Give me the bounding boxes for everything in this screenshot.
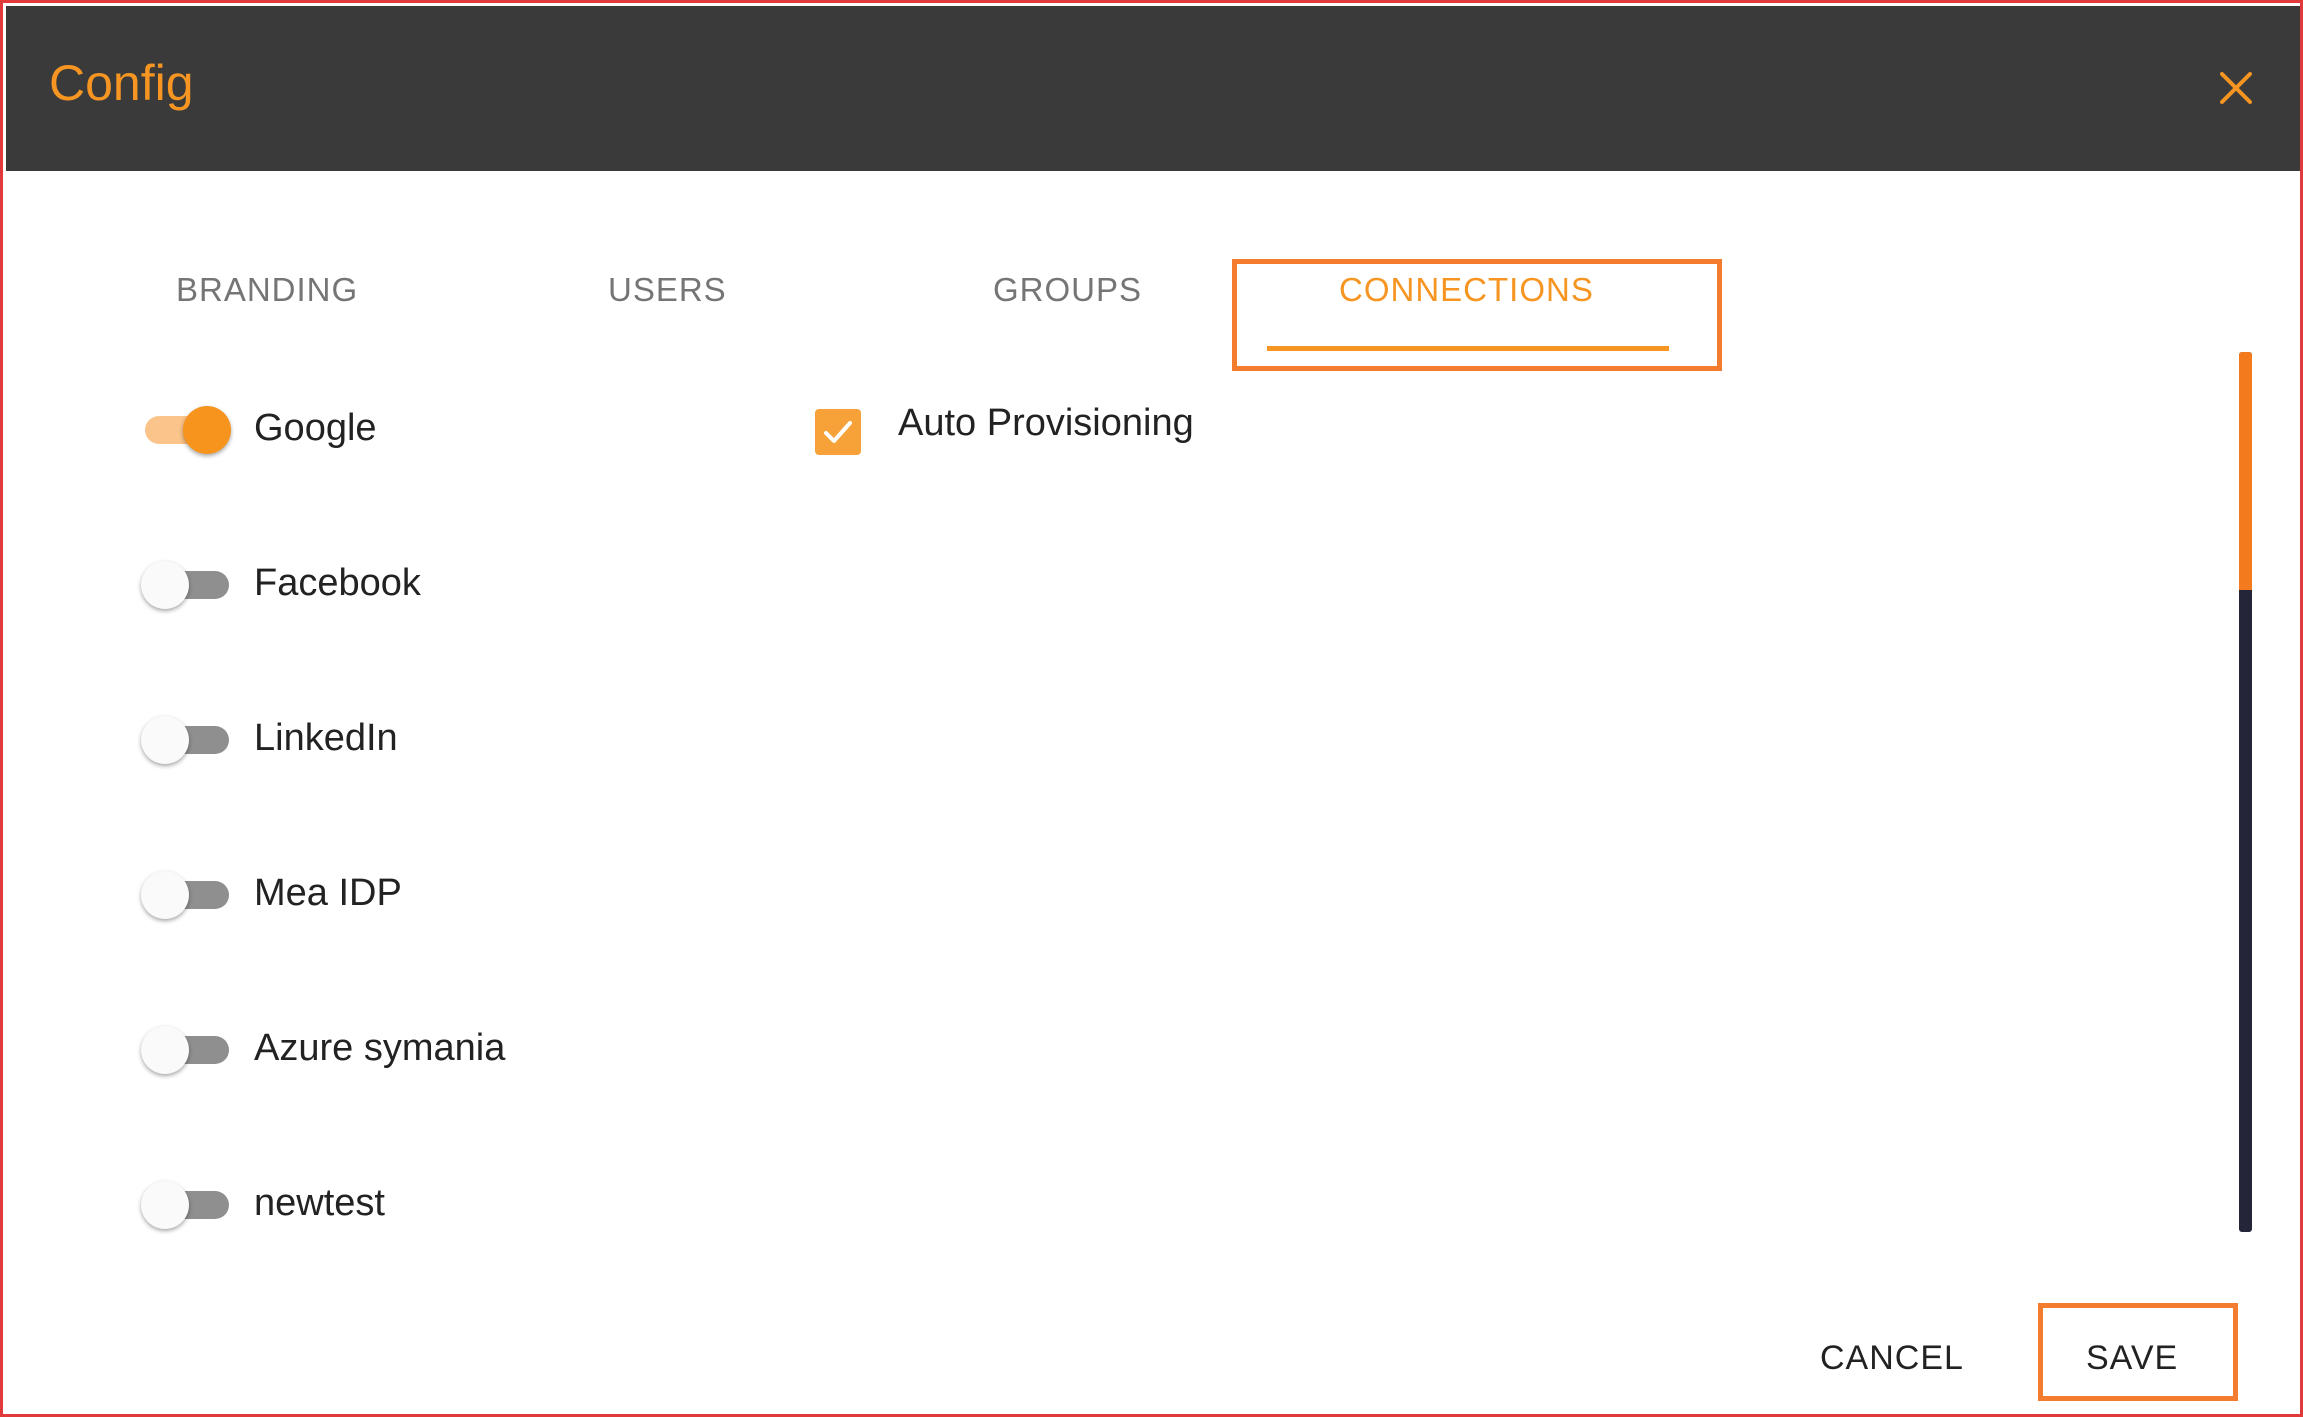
connection-row-facebook: Facebook (141, 553, 741, 613)
auto-provisioning-row: Auto Provisioning (815, 402, 1315, 463)
save-button[interactable]: SAVE (2086, 1341, 2178, 1375)
azure-symania-toggle[interactable] (141, 1026, 231, 1074)
toggle-thumb (141, 561, 189, 609)
toggle-thumb (141, 1181, 189, 1229)
mea-idp-toggle[interactable] (141, 871, 231, 919)
tab-branding[interactable]: BRANDING (176, 273, 358, 306)
connection-row-linkedin: LinkedIn (141, 708, 741, 768)
connection-row-azure-symania: Azure symania (141, 1018, 741, 1078)
connection-label: newtest (254, 1182, 385, 1224)
tab-users[interactable]: USERS (608, 273, 727, 306)
checkmark-icon (824, 421, 852, 443)
scrollbar-thumb[interactable] (2239, 352, 2252, 590)
tab-groups[interactable]: GROUPS (993, 273, 1142, 306)
tab-bar: BRANDING USERS GROUPS CONNECTIONS (3, 253, 2303, 373)
connection-row-newtest: newtest (141, 1173, 741, 1233)
dialog-header: Config (6, 6, 2300, 171)
close-icon[interactable] (2216, 68, 2256, 108)
toggle-thumb (141, 716, 189, 764)
toggle-thumb (141, 1026, 189, 1074)
toggle-thumb (183, 406, 231, 454)
connection-label: Google (254, 407, 377, 449)
connection-label: LinkedIn (254, 717, 398, 759)
scrollbar[interactable] (2239, 352, 2252, 1232)
toggle-thumb (141, 871, 189, 919)
cancel-button[interactable]: CANCEL (1820, 1341, 1964, 1375)
auto-provisioning-label: Auto Provisioning (898, 402, 1194, 444)
connection-row-google: Google (141, 398, 741, 458)
newtest-toggle[interactable] (141, 1181, 231, 1229)
connection-label: Mea IDP (254, 872, 402, 914)
connection-label: Azure symania (254, 1027, 506, 1069)
dialog-title: Config (49, 55, 194, 111)
config-dialog: Config BRANDING USERS GROUPS CONNECTIONS… (0, 0, 2303, 1417)
connection-label: Facebook (254, 562, 421, 604)
facebook-toggle[interactable] (141, 561, 231, 609)
linkedin-toggle[interactable] (141, 716, 231, 764)
connection-row-mea-idp: Mea IDP (141, 863, 741, 923)
active-tab-indicator (1267, 346, 1669, 351)
google-toggle[interactable] (141, 406, 231, 454)
tab-connections[interactable]: CONNECTIONS (1339, 273, 1594, 306)
auto-provisioning-checkbox[interactable] (815, 409, 861, 455)
